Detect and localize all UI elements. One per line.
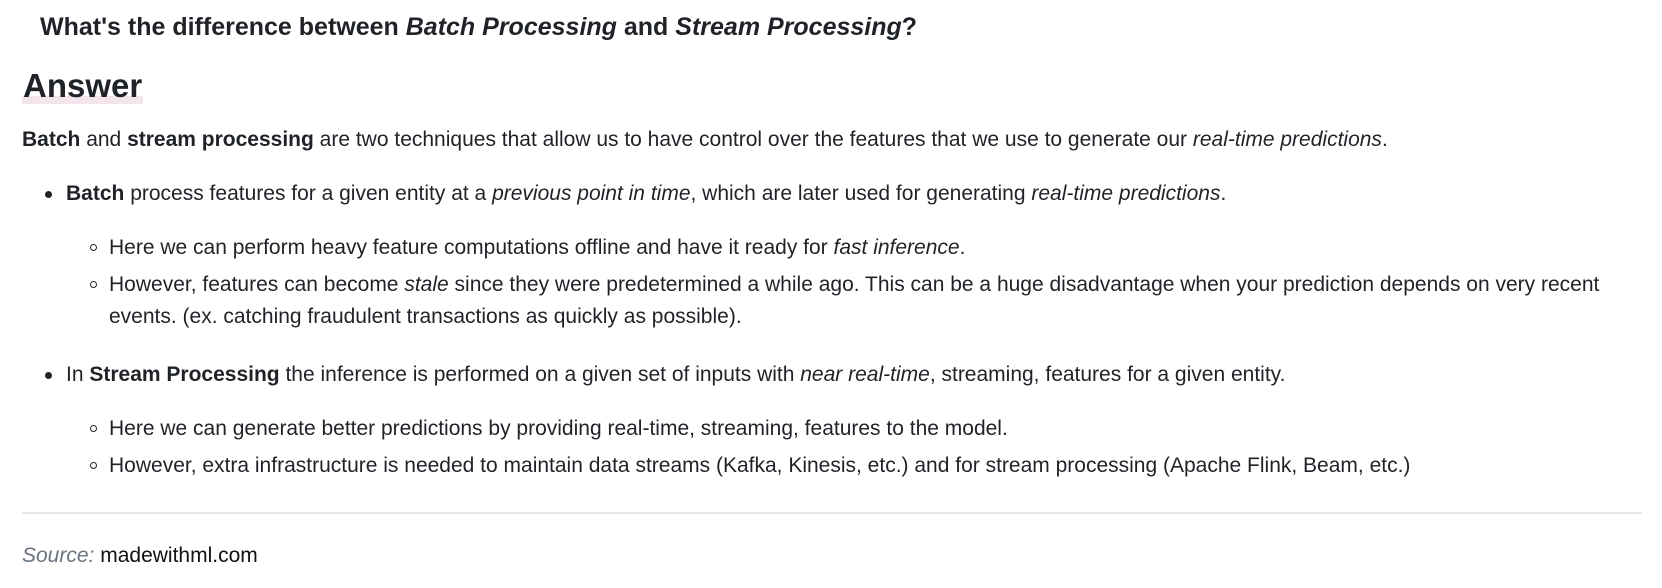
list-item-stream: In Stream Processing the inference is pe…	[45, 359, 1662, 482]
intro-italic-predictions: real-time predictions	[1192, 128, 1382, 151]
batch-sub1-text-2: .	[959, 236, 966, 259]
list-item-batch-sub1: Here we can perform heavy feature comput…	[90, 232, 1609, 264]
horizontal-divider	[22, 512, 1642, 514]
batch-italic-1: previous point in time	[492, 182, 691, 205]
batch-text-2: , which are later used for generating	[690, 182, 1032, 205]
list-item-stream-sub1: Here we can generate better predictions …	[90, 413, 1609, 445]
stream-text-1: the inference is performed on a given se…	[279, 363, 801, 386]
bullet-circle	[90, 281, 97, 288]
intro-bold-batch: Batch	[22, 128, 81, 151]
intro-text-1: and	[80, 128, 128, 151]
stream-italic: near real-time	[800, 363, 930, 386]
batch-sub-list: Here we can perform heavy feature comput…	[66, 232, 1662, 333]
batch-bold: Batch	[66, 182, 125, 205]
bullet-disc	[45, 372, 52, 379]
question-term-stream: Stream Processing	[675, 13, 902, 41]
source-link[interactable]: madewithml.com	[100, 544, 258, 567]
list-item-batch: Batch process features for a given entit…	[45, 178, 1662, 333]
bullet-disc	[45, 191, 52, 198]
intro-text-2: are two techniques that allow us to have…	[313, 128, 1193, 151]
question-text-1: What's the difference between	[40, 13, 406, 41]
bullet-circle	[90, 462, 97, 469]
answer-heading: Answer	[22, 66, 144, 106]
stream-text-0: In	[66, 363, 90, 386]
intro-paragraph: Batch and stream processing are two tech…	[22, 124, 1388, 156]
source-label: Source:	[22, 544, 95, 567]
stream-sub1-text: Here we can generate better predictions …	[109, 417, 1008, 440]
batch-italic-2: real-time predictions	[1031, 182, 1221, 205]
bullet-circle	[90, 425, 97, 432]
intro-text-3: .	[1381, 128, 1388, 151]
question-text-2: and	[616, 13, 676, 41]
question-heading: What's the difference between Batch Proc…	[40, 10, 917, 44]
batch-sub1-italic: fast inference	[833, 236, 960, 259]
list-item-batch-sub2: However, features can become stale since…	[90, 269, 1609, 333]
batch-sub2-text-1: However, features can become	[109, 273, 405, 296]
batch-text-1: process features for a given entity at a	[124, 182, 493, 205]
bullet-circle	[90, 244, 97, 251]
stream-sub-list: Here we can generate better predictions …	[66, 413, 1662, 482]
stream-text-2: , streaming, features for a given entity…	[929, 363, 1286, 386]
stream-bold: Stream Processing	[89, 363, 280, 386]
intro-bold-stream: stream processing	[127, 128, 314, 151]
batch-sub1-text-1: Here we can perform heavy feature comput…	[109, 236, 834, 259]
stream-sub2-text: However, extra infrastructure is needed …	[109, 454, 1411, 477]
batch-sub2-italic: stale	[404, 273, 449, 296]
bullet-list: Batch process features for a given entit…	[22, 178, 1662, 487]
question-term-batch: Batch Processing	[405, 13, 617, 41]
answer-heading-text: Answer	[22, 67, 144, 104]
question-text-3: ?	[901, 13, 918, 41]
batch-text-3: .	[1220, 182, 1227, 205]
document-page: What's the difference between Batch Proc…	[0, 0, 1662, 588]
list-item-stream-sub2: However, extra infrastructure is needed …	[90, 450, 1609, 482]
source-line: Source: madewithml.com	[22, 541, 258, 571]
